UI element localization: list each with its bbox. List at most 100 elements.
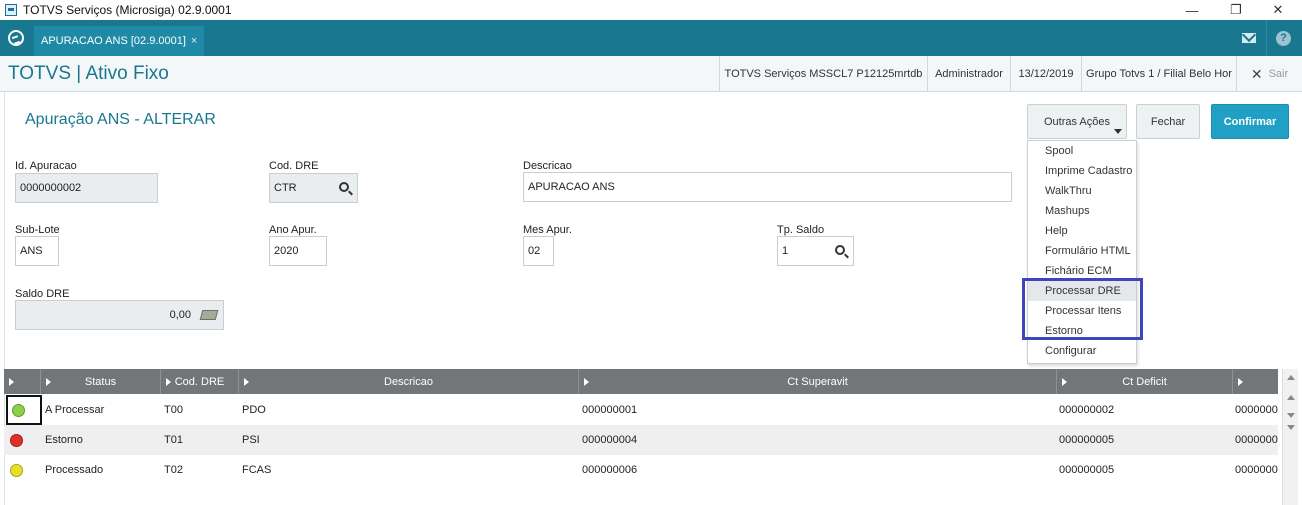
search-icon[interactable]: [339, 182, 349, 192]
scroll-down-icon[interactable]: [1287, 413, 1295, 418]
user-info[interactable]: Administrador: [927, 56, 1010, 92]
date-info[interactable]: 13/12/2019: [1010, 56, 1081, 92]
saldo-dre-field[interactable]: 0,00: [15, 300, 224, 330]
descricao-cell: PSI: [242, 434, 260, 446]
grid-header-status[interactable]: Status: [40, 369, 160, 394]
cod-dre-cell: T00: [164, 404, 183, 416]
scroll-up-icon[interactable]: [1287, 395, 1295, 400]
ct-superavit-cell: 000000006: [582, 464, 638, 476]
search-icon[interactable]: [835, 245, 845, 255]
grid-header-select[interactable]: [4, 369, 40, 394]
ct-superavit-cell: 000000004: [582, 434, 638, 446]
close-button[interactable]: Fechar: [1136, 104, 1200, 139]
highlight-box: [1022, 278, 1143, 340]
app-icon: [5, 4, 17, 16]
window-titlebar: TOTVS Serviços (Microsiga) 02.9.0001 — ❐…: [0, 0, 1302, 20]
close-window-button[interactable]: ✕: [1258, 0, 1298, 20]
table-row[interactable]: Processado T02 FCAS 000000006 000000005 …: [4, 455, 1278, 485]
extra-cell: 00000000: [1235, 404, 1278, 416]
scroll-bottom-icon[interactable]: [1287, 425, 1295, 430]
grid-header-ct-superavit[interactable]: Ct Superavit: [578, 369, 1056, 394]
ano-apur-field[interactable]: 2020: [269, 236, 327, 266]
sort-arrow-icon: [9, 378, 14, 386]
menu-item-configurar[interactable]: Configurar: [1028, 341, 1136, 361]
mes-apur-field[interactable]: 02: [523, 236, 554, 266]
saldo-dre-label: Saldo DRE: [15, 288, 70, 300]
status-dot-icon: [10, 463, 23, 477]
table-row[interactable]: Estorno T01 PSI 000000004 000000005 0000…: [4, 425, 1278, 455]
sort-arrow-icon: [46, 378, 51, 386]
id-apuracao-field[interactable]: 0000000002: [15, 173, 158, 203]
maximize-button[interactable]: ❐: [1216, 0, 1256, 20]
table-row[interactable]: A Processar T00 PDO 000000001 000000002 …: [4, 395, 1278, 425]
help-button[interactable]: ?: [1266, 20, 1300, 56]
status-cell[interactable]: [6, 455, 42, 485]
sort-arrow-icon: [584, 378, 589, 386]
tab-close-icon[interactable]: ×: [191, 35, 197, 47]
menu-item-imprime-cadastro[interactable]: Imprime Cadastro: [1028, 161, 1136, 181]
cod-dre-value: CTR: [274, 182, 297, 194]
status-text: Estorno: [45, 434, 83, 446]
cod-dre-cell: T02: [164, 464, 183, 476]
close-icon: ✕: [1250, 65, 1263, 82]
mail-button[interactable]: [1232, 20, 1266, 56]
id-apuracao-label: Id. Apuracao: [15, 160, 77, 172]
menu-item-help[interactable]: Help: [1028, 221, 1136, 241]
status-dot-icon: [12, 403, 25, 417]
sort-arrow-icon: [1062, 378, 1067, 386]
money-icon[interactable]: [199, 310, 219, 320]
branch-info[interactable]: Grupo Totvs 1 / Filial Belo Hor: [1081, 56, 1236, 92]
tp-saldo-field[interactable]: 1: [777, 236, 854, 266]
minimize-button[interactable]: —: [1172, 0, 1212, 20]
sub-lote-label: Sub-Lote: [15, 224, 60, 236]
descricao-label: Descricao: [523, 160, 572, 172]
grid-scrollbar[interactable]: [1282, 369, 1298, 505]
tab-bar: APURACAO ANS [02.9.0001] × ?: [0, 20, 1302, 56]
exit-label: Sair: [1268, 68, 1289, 80]
grid-header-descricao[interactable]: Descricao: [238, 369, 578, 394]
sub-lote-field[interactable]: ANS: [15, 236, 59, 266]
menu-item-formulario-html[interactable]: Formulário HTML: [1028, 241, 1136, 261]
scroll-top-icon[interactable]: [1287, 375, 1295, 380]
status-text: A Processar: [45, 404, 105, 416]
descricao-field[interactable]: APURACAO ANS: [523, 172, 1012, 202]
app-header: TOTVS | Ativo Fixo TOTVS Serviços MSSCL7…: [0, 56, 1302, 92]
descricao-cell: FCAS: [242, 464, 272, 476]
more-actions-button[interactable]: Outras Ações: [1027, 104, 1127, 139]
menu-item-mashups[interactable]: Mashups: [1028, 201, 1136, 221]
status-cell[interactable]: [6, 395, 42, 425]
exit-button[interactable]: ✕ Sair: [1236, 56, 1302, 92]
confirm-button[interactable]: Confirmar: [1211, 104, 1289, 139]
grid-header-more[interactable]: [1232, 369, 1278, 394]
sort-arrow-icon: [1238, 378, 1243, 386]
status-cell[interactable]: [6, 425, 42, 455]
ct-superavit-cell: 000000001: [582, 404, 638, 416]
tp-saldo-label: Tp. Saldo: [777, 224, 825, 236]
help-icon: ?: [1276, 30, 1291, 46]
extra-cell: 00000000: [1235, 434, 1278, 446]
descricao-cell: PDO: [242, 404, 266, 416]
window-title: TOTVS Serviços (Microsiga) 02.9.0001: [23, 3, 232, 17]
tab-label: APURACAO ANS [02.9.0001]: [41, 35, 186, 47]
tab-apuracao-ans[interactable]: APURACAO ANS [02.9.0001] ×: [34, 26, 205, 56]
menu-item-walkthru[interactable]: WalkThru: [1028, 181, 1136, 201]
saldo-dre-value: 0,00: [169, 309, 191, 321]
page-title: Apuração ANS - ALTERAR: [25, 111, 216, 128]
cod-dre-field[interactable]: CTR: [269, 173, 358, 203]
sort-arrow-icon: [244, 378, 249, 386]
grid-header: Status Cod. DRE Descricao Ct Superavit C…: [4, 369, 1278, 394]
mes-apur-label: Mes Apur.: [523, 224, 572, 236]
extra-cell: 00000000: [1235, 464, 1278, 476]
cod-dre-label: Cod. DRE: [269, 160, 319, 172]
grid-header-ct-deficit[interactable]: Ct Deficit: [1056, 369, 1232, 394]
grid-header-cod-dre[interactable]: Cod. DRE: [160, 369, 238, 394]
mail-icon: [1242, 33, 1256, 43]
ano-apur-label: Ano Apur.: [269, 224, 317, 236]
menu-item-spool[interactable]: Spool: [1028, 141, 1136, 161]
environment-info[interactable]: TOTVS Serviços MSSCL7 P12125mrtdb: [719, 56, 927, 92]
ct-deficit-cell: 000000005: [1059, 464, 1115, 476]
brand-title: TOTVS | Ativo Fixo: [8, 63, 169, 84]
status-text: Processado: [45, 464, 104, 476]
home-icon[interactable]: [8, 30, 24, 46]
status-dot-icon: [10, 433, 23, 447]
